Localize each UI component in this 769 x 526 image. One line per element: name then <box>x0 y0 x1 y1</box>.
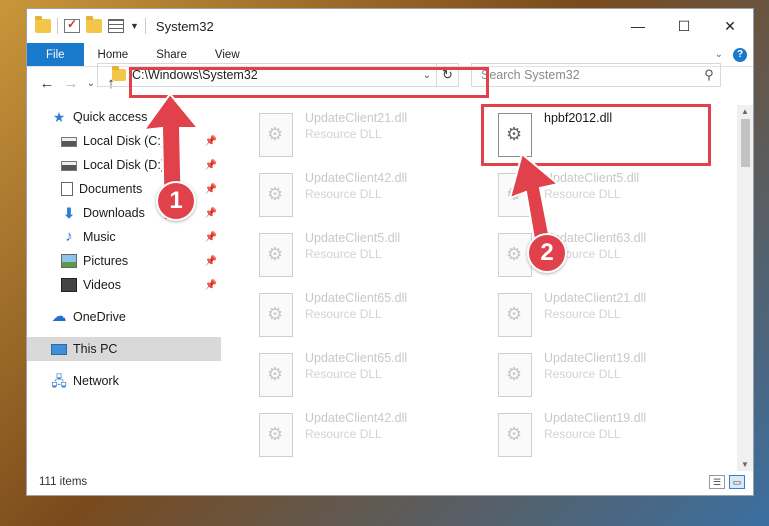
file-name: UpdateClient42.dll <box>305 171 408 185</box>
toolbar-divider <box>57 18 58 34</box>
search-placeholder: Search System32 <box>481 68 580 82</box>
sidebar-item-label: This PC <box>73 342 118 356</box>
quick-access-toolbar: ▼ <box>27 16 146 34</box>
scroll-up-icon[interactable]: ▲ <box>737 107 753 116</box>
file-name: UpdateClient65.dll <box>305 291 408 305</box>
file-item[interactable]: UpdateClient21.dll Resource DLL <box>488 289 708 339</box>
file-item[interactable]: UpdateClient42.dll Resource DLL <box>249 409 469 459</box>
sidebar-item-label: Quick access <box>73 110 148 124</box>
sidebar-item-videos[interactable]: Videos 📌 <box>27 273 221 297</box>
dll-file-icon <box>259 413 293 457</box>
view-options-icon[interactable] <box>108 19 124 33</box>
network-icon: 🖧 <box>51 373 67 389</box>
dll-file-icon <box>259 113 293 157</box>
maximize-button[interactable]: ☐ <box>661 9 707 43</box>
disk-icon <box>61 161 77 171</box>
sidebar-item-label: OneDrive <box>73 310 126 324</box>
customize-toolbar-dropdown[interactable]: ▼ <box>130 21 139 31</box>
file-name: UpdateClient21.dll <box>305 111 408 125</box>
item-count: 111 items <box>39 476 88 488</box>
sidebar-item-label: Network <box>73 374 119 388</box>
scrollbar-thumb[interactable] <box>741 119 750 167</box>
dll-file-icon <box>259 173 293 217</box>
back-button[interactable]: ← <box>35 75 59 92</box>
file-type: Resource DLL <box>544 367 621 381</box>
file-name: UpdateClient65.dll <box>305 351 408 365</box>
file-type: Resource DLL <box>305 247 382 261</box>
dll-file-icon <box>259 233 293 277</box>
file-item[interactable]: UpdateClient42.dll Resource DLL <box>249 169 469 219</box>
dll-file-icon <box>498 413 532 457</box>
downloads-icon: ⬇ <box>63 205 75 221</box>
dll-file-icon <box>259 293 293 337</box>
folder-icon <box>112 66 126 81</box>
music-icon: ♪ <box>65 228 73 245</box>
sidebar-item-label: Documents <box>79 182 143 196</box>
pictures-icon <box>61 254 77 268</box>
search-input[interactable]: Search System32 ⚲ <box>471 63 721 87</box>
sidebar-item-label: Downloads <box>83 206 145 220</box>
file-name: UpdateClient19.dll <box>544 351 647 365</box>
file-item[interactable]: UpdateClient19.dll Resource DLL <box>488 409 708 459</box>
scroll-down-icon[interactable]: ▼ <box>737 460 753 469</box>
sidebar-item-label: Music <box>83 230 116 244</box>
toolbar-divider <box>144 18 146 34</box>
sidebar-item-music[interactable]: ♪ Music 📌 <box>27 225 221 249</box>
dll-file-icon <box>498 353 532 397</box>
file-item[interactable]: UpdateClient19.dll Resource DLL <box>488 349 708 399</box>
new-folder-icon[interactable] <box>86 16 102 33</box>
window-title: System32 <box>155 18 214 34</box>
folder-icon <box>35 16 51 33</box>
details-view-icon[interactable]: ☰ <box>709 475 725 489</box>
videos-icon <box>61 278 77 292</box>
tab-file[interactable]: File <box>27 43 84 66</box>
pin-icon: 📌 <box>204 231 217 243</box>
file-type: Resource DLL <box>305 127 382 141</box>
file-type: Resource DLL <box>305 187 382 201</box>
large-icons-view-icon[interactable]: ▭ <box>729 475 745 489</box>
star-icon: ★ <box>52 109 66 125</box>
help-icon[interactable]: ? <box>733 47 747 62</box>
sidebar-item-label: Videos <box>83 278 121 292</box>
file-type: Resource DLL <box>305 307 382 321</box>
documents-icon <box>61 182 73 196</box>
file-type: Resource DLL <box>544 307 621 321</box>
dll-file-icon <box>498 293 532 337</box>
minimize-button[interactable]: — <box>615 9 661 43</box>
forward-button[interactable]: → <box>59 75 83 92</box>
file-item[interactable]: UpdateClient65.dll Resource DLL <box>249 289 469 339</box>
step-2-badge: 2 <box>527 233 567 273</box>
file-item[interactable]: UpdateClient5.dll Resource DLL <box>249 229 469 279</box>
cloud-icon: ☁ <box>51 308 67 325</box>
file-item[interactable]: UpdateClient65.dll Resource DLL <box>249 349 469 399</box>
file-name: UpdateClient5.dll <box>305 231 401 245</box>
step-1-badge: 1 <box>156 181 196 221</box>
expand-ribbon-icon[interactable]: ⌄ <box>715 49 723 60</box>
disk-icon <box>61 137 77 147</box>
computer-icon <box>51 343 67 355</box>
properties-check-icon[interactable] <box>64 17 80 33</box>
title-bar: ▼ System32 — ☐ ✕ <box>27 9 753 43</box>
sidebar-item-this-pc[interactable]: This PC <box>27 337 221 361</box>
file-type: Resource DLL <box>305 427 382 441</box>
pin-icon: 📌 <box>204 279 217 291</box>
sidebar-item-label: Pictures <box>83 254 129 268</box>
file-type: Resource DLL <box>305 367 382 381</box>
sidebar-item-network[interactable]: 🖧 Network <box>27 369 221 393</box>
file-name: UpdateClient21.dll <box>544 291 647 305</box>
file-name: UpdateClient42.dll <box>305 411 408 425</box>
sidebar-item-onedrive[interactable]: ☁ OneDrive <box>27 305 221 329</box>
file-name: UpdateClient19.dll <box>544 411 647 425</box>
status-bar: 111 items ☰ ▭ <box>27 469 753 495</box>
vertical-scrollbar[interactable]: ▲ ▼ <box>737 105 753 471</box>
sidebar-item-pictures[interactable]: Pictures 📌 <box>27 249 221 273</box>
file-item[interactable]: UpdateClient21.dll Resource DLL <box>249 109 469 159</box>
file-type: Resource DLL <box>544 427 621 441</box>
close-button[interactable]: ✕ <box>707 9 753 43</box>
search-icon[interactable]: ⚲ <box>698 67 720 83</box>
pin-icon: 📌 <box>204 255 217 267</box>
dll-file-icon <box>259 353 293 397</box>
